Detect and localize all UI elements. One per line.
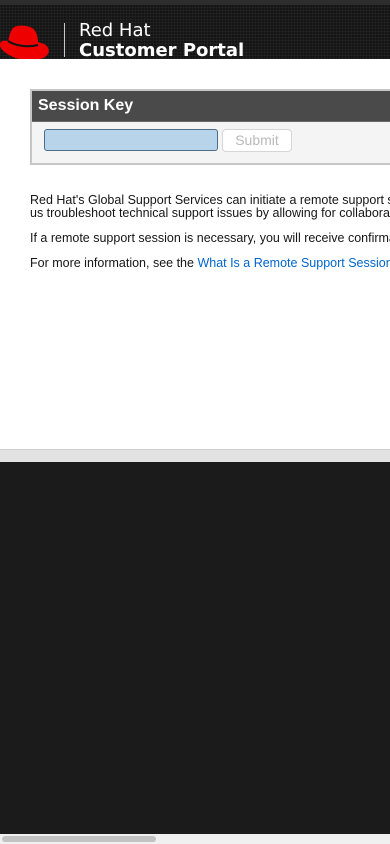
site-footer — [0, 462, 390, 834]
scrollbar-thumb[interactable] — [2, 836, 156, 842]
more-info-prefix: For more information, see the — [30, 256, 198, 270]
header-top-strip — [0, 0, 390, 5]
logo-divider — [64, 23, 65, 57]
portal-name[interactable]: Customer Portal — [79, 40, 244, 61]
footer-divider — [0, 449, 390, 462]
session-key-input[interactable] — [44, 129, 218, 151]
more-info-paragraph: For more information, see the What Is a … — [30, 257, 390, 270]
intro-line-2: us troubleshoot technical support issues… — [30, 206, 390, 220]
submit-button[interactable]: Submit — [222, 129, 292, 152]
intro-paragraph: Red Hat's Global Support Services can in… — [30, 194, 390, 220]
site-header: Red Hat Customer Portal — [0, 0, 390, 62]
intro-line-1: Red Hat's Global Support Services can in… — [30, 193, 390, 207]
confirmation-paragraph: If a remote support session is necessary… — [30, 231, 390, 245]
red-hat-logo-icon[interactable] — [0, 24, 50, 62]
session-key-title: Session Key — [38, 97, 134, 114]
main-content: Session Key Submit Red Hat's Global Supp… — [0, 59, 390, 449]
page: Red Hat Customer Portal Session Key Subm… — [0, 0, 390, 844]
remote-support-session-link[interactable]: What Is a Remote Support Session — [197, 256, 390, 270]
session-key-header: Session Key — [32, 91, 390, 122]
brand-name[interactable]: Red Hat — [79, 20, 151, 41]
session-key-panel: Session Key Submit — [30, 89, 390, 165]
